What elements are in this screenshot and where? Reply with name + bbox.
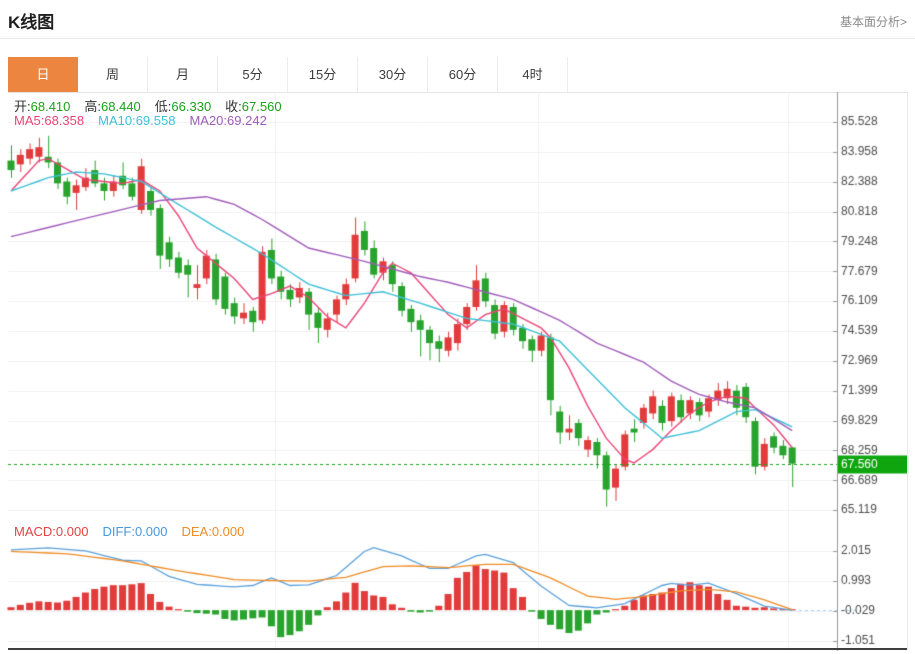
bottom-scroll-bar[interactable] [8, 648, 907, 650]
ma-item-1: MA10:69.558 [98, 113, 176, 128]
tab-period-1[interactable]: 周 [78, 57, 148, 92]
ma-item-2: MA20:69.242 [189, 113, 267, 128]
tab-period-6[interactable]: 60分 [428, 57, 498, 92]
macd-legend-row: MACD:0.000 DIFF:0.000 DEA:0.000 [14, 524, 258, 539]
ma-item-0: MA5:68.358 [14, 113, 85, 128]
ohlc-item-0: 开:68.410 [14, 99, 71, 114]
tab-period-7[interactable]: 4时 [498, 57, 568, 92]
candlestick-chart-canvas[interactable] [0, 92, 915, 518]
tab-period-4[interactable]: 15分 [288, 57, 358, 92]
period-tabbar: 日周月 5分 15分 30分 60分 4时 [8, 57, 907, 93]
kline-page: K线图 基本面分析> 日周月 5分 15分 30分 60分 4时 开:68.410 高:68… [0, 0, 915, 654]
macd-item-1: DIFF:0.000 [102, 524, 168, 539]
tab-period-3[interactable]: 5分 [218, 57, 288, 92]
tab-period-2[interactable]: 月 [148, 57, 218, 92]
ohlc-item-1: 高:68.440 [84, 99, 141, 114]
ohlc-item-3: 收:67.560 [225, 99, 282, 114]
tab-period-0[interactable]: 日 [8, 57, 78, 92]
ohlc-item-2: 低:66.330 [154, 99, 212, 114]
fundamental-analysis-link[interactable]: 基本面分析> [840, 13, 907, 30]
ma-legend-row: MA5:68.358 MA10:69.558 MA20:69.242 [14, 113, 281, 128]
tab-period-5[interactable]: 30分 [358, 57, 428, 92]
title-divider [0, 38, 915, 39]
right-edge-border [907, 92, 908, 650]
page-title: K线图 [8, 13, 55, 32]
macd-item-2: DEA:0.000 [181, 524, 245, 539]
macd-item-0: MACD:0.000 [14, 524, 89, 539]
